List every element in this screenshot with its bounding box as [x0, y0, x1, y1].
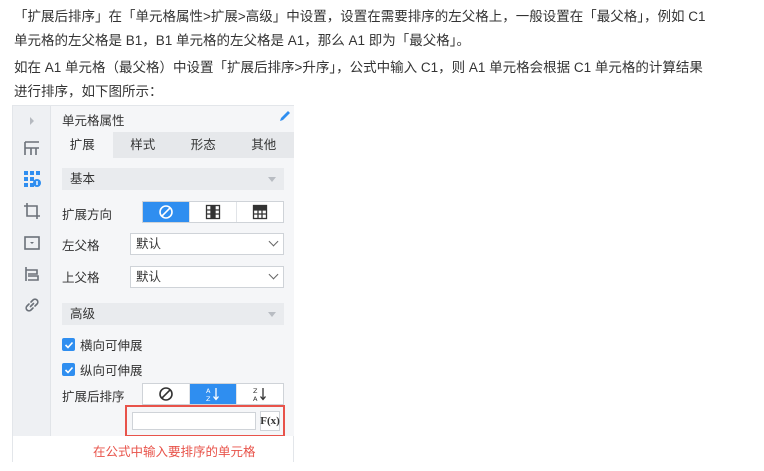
cell-properties-panel: 单元格属性 扩展 样式 形态 其他 基本 扩展方向 左父格 默认 上父格 默认 …	[12, 105, 294, 462]
top-parent-value: 默认	[136, 270, 162, 284]
expand-direction-segmented	[142, 201, 284, 223]
horizontal-expand-option[interactable]	[236, 202, 283, 222]
annotation-caption: 在公式中输入要排序的单元格	[93, 445, 256, 459]
sort-after-expand-label: 扩展后排序	[62, 390, 125, 404]
caption-area: 在公式中输入要排序的单元格	[13, 436, 293, 462]
intro-line-2: 单元格的左父格是 B1，B1 单元格的左父格是 A1，那么 A1 即为「最父格」…	[14, 33, 471, 48]
top-parent-label: 上父格	[62, 271, 100, 285]
vertical-expandable-checkbox[interactable]: 纵向可伸展	[62, 360, 143, 379]
ascending-sort-option[interactable]: AZ	[189, 384, 236, 404]
hyperlink-icon[interactable]	[21, 294, 43, 316]
widget-icon[interactable]	[21, 232, 43, 254]
svg-text:A: A	[253, 395, 258, 402]
cell-element-icon[interactable]	[21, 137, 43, 159]
panel-content: 单元格属性 扩展 样式 形态 其他 基本 扩展方向 左父格 默认 上父格 默认 …	[52, 106, 294, 437]
sort-descending-icon: ZA	[253, 387, 266, 402]
chevron-down-icon	[268, 269, 279, 280]
svg-text:A: A	[206, 387, 211, 395]
intro-line-1: 「扩展后排序」在「单元格属性>扩展>高级」中设置，设置在需要排序的左父格上，一般…	[14, 9, 706, 24]
sort-order-segmented: AZ ZA	[142, 383, 284, 405]
no-expand-option[interactable]	[143, 202, 189, 222]
svg-text:Z: Z	[206, 395, 211, 402]
panel-title: 单元格属性	[62, 114, 125, 128]
section-basic-header[interactable]: 基本	[62, 168, 284, 190]
expand-direction-label: 扩展方向	[62, 208, 113, 222]
example-line-2: 进行排序，如下图所示：	[14, 84, 163, 99]
formula-button[interactable]: F(x)	[260, 411, 280, 431]
section-basic-label: 基本	[70, 172, 96, 186]
sort-ascending-icon: AZ	[206, 387, 219, 402]
no-expand-icon	[159, 205, 173, 219]
example-paragraph: 如在 A1 单元格（最父格）中设置「扩展后排序>升序」，公式中输入 C1，则 A…	[14, 56, 754, 104]
checkmark-icon	[62, 363, 75, 376]
tab-expand[interactable]: 扩展	[52, 132, 113, 158]
condition-attribute-icon[interactable]	[21, 263, 43, 285]
svg-text:Z: Z	[253, 387, 258, 395]
collapse-arrow-icon[interactable]	[21, 110, 43, 132]
horizontal-expand-icon	[252, 204, 268, 220]
caret-down-icon	[268, 312, 276, 317]
left-parent-label: 左父格	[62, 239, 100, 253]
cell-attributes-icon[interactable]	[21, 168, 43, 190]
vertical-expand-icon	[205, 204, 221, 220]
no-sort-option[interactable]	[143, 384, 189, 404]
checkmark-icon	[62, 338, 75, 351]
chevron-down-icon	[268, 236, 279, 247]
formula-highlight-box: F(x)	[125, 405, 285, 437]
intro-paragraph: 「扩展后排序」在「单元格属性>扩展>高级」中设置，设置在需要排序的左父格上，一般…	[14, 5, 754, 53]
vertical-expand-option[interactable]	[189, 202, 236, 222]
caret-down-icon	[268, 177, 276, 182]
section-advanced-header[interactable]: 高级	[62, 303, 284, 325]
tab-form[interactable]: 形态	[173, 132, 234, 158]
sort-formula-input[interactable]	[132, 412, 256, 430]
example-line-1: 如在 A1 单元格（最父格）中设置「扩展后排序>升序」，公式中输入 C1，则 A…	[14, 60, 703, 75]
descending-sort-option[interactable]: ZA	[236, 384, 283, 404]
panel-tabs: 扩展 样式 形态 其他	[52, 132, 294, 158]
top-parent-select[interactable]: 默认	[130, 266, 284, 288]
left-parent-value: 默认	[136, 237, 162, 251]
horizontal-expandable-label: 横向可伸展	[80, 339, 143, 353]
edit-pencil-icon[interactable]	[278, 109, 292, 128]
no-sort-icon	[159, 387, 173, 401]
side-icon-bar	[13, 106, 51, 436]
crop-frame-icon[interactable]	[21, 200, 43, 222]
horizontal-expandable-checkbox[interactable]: 横向可伸展	[62, 335, 143, 354]
tab-style[interactable]: 样式	[113, 132, 174, 158]
tab-other[interactable]: 其他	[234, 132, 295, 158]
section-advanced-label: 高级	[70, 307, 96, 321]
vertical-expandable-label: 纵向可伸展	[80, 364, 143, 378]
left-parent-select[interactable]: 默认	[130, 233, 284, 255]
